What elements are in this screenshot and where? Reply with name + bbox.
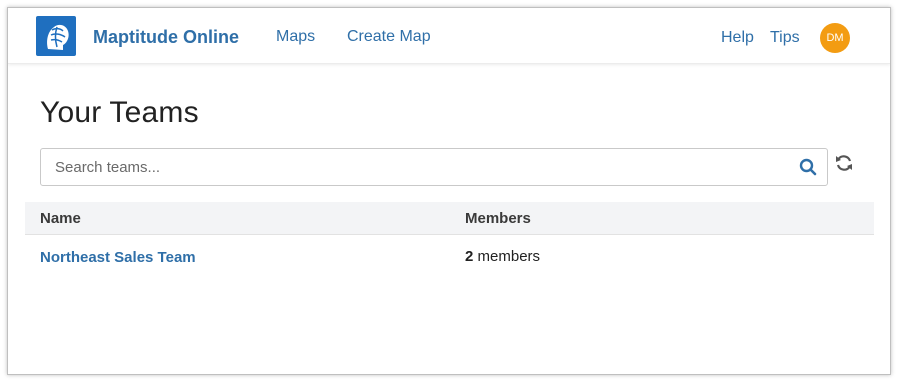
teams-table-header: Name Members (25, 202, 874, 235)
members-cell: 2 members (465, 248, 540, 265)
column-header-members[interactable]: Members (465, 210, 531, 227)
page-title: Your Teams (40, 96, 199, 129)
nav-link-tips[interactable]: Tips (770, 29, 800, 47)
team-name-link[interactable]: Northeast Sales Team (40, 249, 196, 266)
members-count: 2 (465, 248, 474, 265)
maptitude-logo-icon[interactable] (36, 16, 76, 56)
nav-link-help[interactable]: Help (721, 29, 754, 47)
search-icon[interactable] (799, 158, 817, 176)
refresh-icon[interactable] (834, 153, 854, 173)
column-header-name[interactable]: Name (40, 210, 81, 227)
top-navbar: Maptitude Online Maps Create Map Help Ti… (8, 8, 890, 64)
search-box (40, 148, 828, 186)
nav-link-maps[interactable]: Maps (276, 28, 315, 46)
search-input[interactable] (53, 150, 797, 184)
brand-name[interactable]: Maptitude Online (93, 27, 239, 48)
app-window: Maptitude Online Maps Create Map Help Ti… (7, 7, 891, 375)
user-avatar[interactable]: DM (820, 23, 850, 53)
nav-link-create-map[interactable]: Create Map (347, 28, 431, 46)
members-suffix: members (477, 248, 541, 265)
table-row: Northeast Sales Team 2 members (25, 236, 874, 276)
